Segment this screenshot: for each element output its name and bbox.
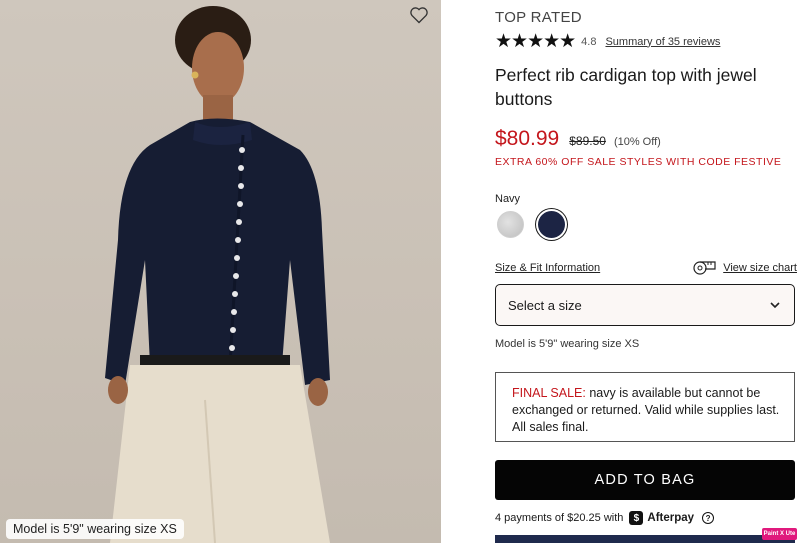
model-size-note: Model is 5'9" wearing size XS [495, 338, 640, 350]
afterpay-dollar-icon: $ [629, 511, 644, 525]
rating-row: ★★★★★ 4.8 Summary of 35 reviews [495, 32, 720, 51]
price-row: $80.99 $89.50 (10% Off) [495, 127, 661, 151]
promo-message: EXTRA 60% OFF SALE STYLES WITH CODE FEST… [495, 156, 782, 168]
color-swatches [495, 211, 565, 238]
top-rated-badge: TOP RATED [495, 9, 582, 26]
model-illustration [105, 6, 330, 543]
afterpay-logo: $ Afterpay [629, 511, 694, 525]
product-info-panel: TOP RATED ★★★★★ 4.8 Summary of 35 review… [495, 0, 800, 543]
size-fit-info-link[interactable]: Size & Fit Information [495, 262, 600, 274]
paint-x-ute-badge[interactable]: Paint X Ute [762, 528, 797, 540]
size-select-placeholder: Select a size [508, 297, 582, 313]
product-image[interactable]: Model is 5'9" wearing size XS [0, 0, 441, 543]
afterpay-text: 4 payments of $20.25 with [495, 512, 624, 524]
reviews-summary-link[interactable]: Summary of 35 reviews [605, 36, 720, 48]
view-size-chart-link[interactable]: View size chart [723, 262, 797, 274]
afterpay-brand: Afterpay [647, 512, 695, 524]
measuring-tape-icon [693, 261, 716, 275]
info-icon[interactable]: ? [702, 512, 715, 524]
afterpay-row: 4 payments of $20.25 with $ Afterpay ? [495, 511, 715, 525]
swatch-grey[interactable] [497, 211, 524, 238]
color-label: Navy [495, 193, 521, 205]
sale-price: $80.99 [495, 127, 560, 150]
add-to-bag-button[interactable]: ADD TO BAG [495, 460, 795, 500]
chevron-down-icon [770, 301, 780, 308]
swatch-navy[interactable] [538, 211, 565, 238]
fit-row: Size & Fit Information View size chart [495, 261, 797, 275]
size-chart-link-group[interactable]: View size chart [693, 261, 797, 275]
final-sale-notice: FINAL SALE: navy is available but cannot… [495, 372, 795, 442]
product-title: Perfect rib cardigan top with jewel butt… [495, 65, 757, 109]
final-sale-label: FINAL SALE: [512, 386, 586, 400]
rating-value: 4.8 [581, 35, 597, 48]
size-select[interactable]: Select a size [495, 284, 795, 326]
star-rating-icon: ★★★★★ [495, 31, 576, 52]
sticky-bar-edge [495, 535, 795, 543]
original-price: $89.50 [569, 134, 606, 148]
discount-percent: (10% Off) [613, 136, 661, 148]
heart-icon[interactable] [409, 5, 429, 25]
model-caption: Model is 5'9" wearing size XS [6, 519, 184, 539]
